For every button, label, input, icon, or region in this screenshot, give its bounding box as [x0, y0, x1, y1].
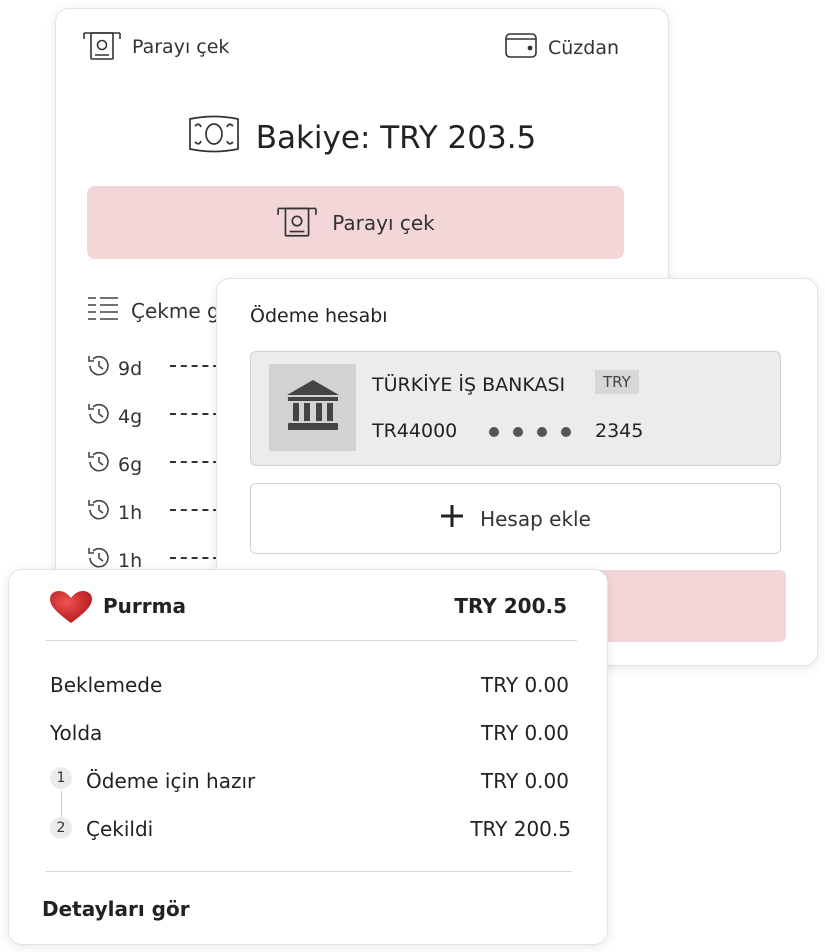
step-number: 1 [50, 767, 72, 789]
pending-value: TRY 0.00 [481, 673, 569, 697]
withdraw-link-label: Parayı çek [132, 35, 230, 58]
history-icon [86, 497, 112, 528]
iban-prefix: TR44000 [372, 420, 458, 442]
banknote-icon [188, 113, 240, 163]
history-title: Çekme g [131, 298, 220, 323]
history-item-label: 6g [118, 453, 143, 476]
list-icon [87, 295, 119, 326]
payment-account-title: Ödeme hesabı [250, 305, 388, 327]
history-icon [86, 401, 112, 432]
history-item-label: 1h [118, 501, 143, 524]
history-item[interactable]: 6g [86, 449, 142, 480]
wallet-link-label: Cüzdan [548, 36, 620, 59]
heart-icon [49, 590, 93, 628]
bank-tile [269, 364, 356, 451]
divider [45, 871, 572, 872]
plus-icon [440, 504, 464, 533]
wallet-link[interactable]: Cüzdan [504, 31, 619, 64]
merchant-name: Purrma [103, 594, 186, 618]
withdrawn-label: Çekildi [86, 817, 154, 841]
history-item[interactable]: 1h [86, 497, 142, 528]
ready-for-payment-label: Ödeme için hazır [86, 769, 256, 793]
step-connector [61, 791, 62, 817]
history-item[interactable]: 4g [86, 401, 142, 432]
see-details-link[interactable]: Detayları gör [42, 897, 190, 921]
atm-withdraw-icon [82, 27, 122, 66]
bank-name: TÜRKİYE İŞ BANKASI [372, 374, 566, 396]
ready-for-payment-value: TRY 0.00 [481, 769, 569, 793]
wallet-icon [504, 31, 538, 64]
merchant-total: TRY 200.5 [454, 594, 567, 618]
currency-badge: TRY [595, 370, 639, 394]
add-account-button[interactable]: Hesap ekle [250, 483, 781, 554]
withdrawn-value: TRY 200.5 [470, 817, 571, 841]
history-item[interactable]: 9d [86, 353, 142, 384]
iban-mask-dots [489, 427, 571, 437]
in-transit-label: Yolda [50, 721, 103, 745]
earnings-summary-card: Purrma TRY 200.5 Beklemede TRY 0.00 Yold… [8, 569, 608, 945]
step-number: 2 [50, 817, 72, 839]
withdraw-button-label: Parayı çek [332, 210, 435, 235]
bank-icon [285, 378, 341, 438]
history-item-label: 9d [118, 357, 143, 380]
history-icon [86, 353, 112, 384]
divider [45, 640, 577, 641]
balance-text: Bakiye: TRY 203.5 [255, 120, 537, 156]
bank-account-item[interactable]: TÜRKİYE İŞ BANKASI TRY TR44000 2345 [250, 351, 781, 466]
withdraw-link[interactable]: Parayı çek [82, 27, 229, 66]
in-transit-value: TRY 0.00 [481, 721, 569, 745]
history-icon [86, 449, 112, 480]
withdraw-button[interactable]: Parayı çek [87, 186, 624, 259]
pending-label: Beklemede [50, 673, 163, 697]
atm-withdraw-icon [276, 202, 318, 243]
balance-display: Bakiye: TRY 203.5 [56, 113, 668, 163]
add-account-label: Hesap ekle [480, 506, 591, 531]
history-item-label: 4g [118, 405, 143, 428]
history-header: Çekme g [87, 295, 220, 326]
iban-suffix: 2345 [595, 420, 644, 442]
